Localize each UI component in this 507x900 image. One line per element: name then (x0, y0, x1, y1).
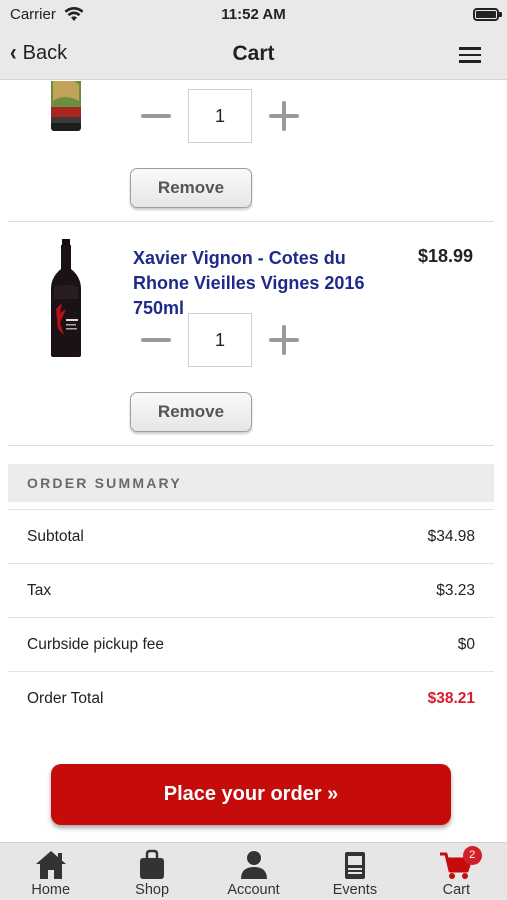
summary-label: Tax (27, 582, 52, 599)
decrease-quantity-button[interactable] (141, 114, 171, 118)
battery-icon (473, 8, 502, 21)
quantity-field[interactable]: 1 (188, 89, 252, 143)
product-price: $18.99 (417, 246, 473, 266)
menu-icon[interactable] (459, 47, 481, 63)
remove-item-button[interactable]: Remove (130, 392, 252, 432)
product-name-link[interactable]: Xavier Vignon - Cotes du Rhone Vieilles … (133, 246, 403, 321)
summary-row-order-total: Order Total $38.21 (8, 671, 494, 725)
tab-label: Cart (442, 882, 471, 898)
increase-quantity-button[interactable] (269, 325, 299, 355)
wine-bottle-image (51, 81, 81, 131)
shopping-bag-icon (140, 849, 165, 879)
summary-value: $0 (457, 636, 475, 653)
summary-value: $3.23 (436, 582, 475, 599)
order-total-value: $38.21 (427, 690, 475, 707)
person-icon (240, 851, 267, 879)
tab-label: Home (31, 882, 71, 898)
home-icon (35, 851, 66, 879)
summary-row-tax: Tax $3.23 (8, 563, 494, 617)
wine-bottle-image (51, 239, 81, 357)
tab-events[interactable]: Events (304, 843, 405, 900)
cart-content[interactable]: 1 Remove Xavier Vignon - Cotes du Rhone … (0, 81, 507, 842)
increase-quantity-button[interactable] (269, 101, 299, 131)
tab-home[interactable]: Home (0, 843, 101, 900)
navigation-bar: ‹ Back Cart (0, 30, 507, 80)
status-time: 11:52 AM (221, 6, 286, 23)
summary-value: $34.98 (427, 528, 475, 545)
tab-label: Events (332, 882, 378, 898)
status-bar: Carrier 11:52 AM (0, 0, 507, 30)
decrease-quantity-button[interactable] (141, 338, 171, 342)
quantity-field[interactable]: 1 (188, 313, 252, 367)
order-summary-title: ORDER SUMMARY (27, 475, 182, 491)
tab-bar: Home Shop Account Events 2 Cart (0, 842, 507, 900)
summary-label: Order Total (27, 690, 104, 707)
tab-shop[interactable]: Shop (101, 843, 202, 900)
divider (8, 221, 494, 222)
summary-label: Subtotal (27, 528, 84, 545)
remove-item-button[interactable]: Remove (130, 168, 252, 208)
order-summary-header: ORDER SUMMARY (8, 464, 494, 502)
cart-count-badge: 2 (462, 846, 482, 865)
divider (8, 445, 494, 446)
tab-label: Shop (135, 882, 170, 898)
summary-row-pickup-fee: Curbside pickup fee $0 (8, 617, 494, 671)
summary-row-subtotal: Subtotal $34.98 (8, 509, 494, 563)
calendar-icon (344, 852, 365, 879)
tab-account[interactable]: Account (203, 843, 304, 900)
place-order-button[interactable]: Place your order » (51, 764, 451, 825)
tab-cart[interactable]: 2 Cart (406, 843, 507, 900)
tab-label: Account (227, 882, 280, 898)
page-title: Cart (232, 42, 275, 65)
summary-label: Curbside pickup fee (27, 636, 164, 653)
